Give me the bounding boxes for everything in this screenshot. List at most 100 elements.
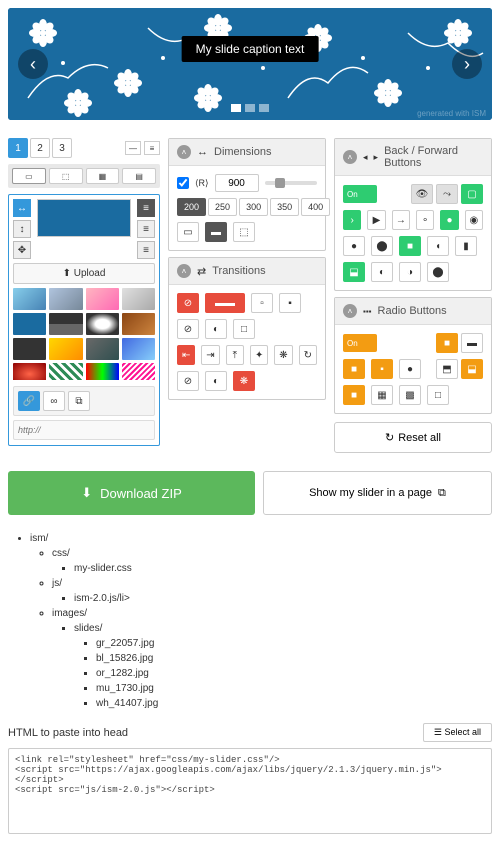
dir-6[interactable]: ↻ (299, 345, 317, 365)
dir-3[interactable]: ⤒ (226, 345, 244, 365)
trans-off[interactable]: ⊘ (177, 319, 199, 339)
shape-4[interactable]: ◖ (427, 236, 449, 256)
collapse-icon[interactable]: ˄ (177, 264, 191, 278)
ratio-lock[interactable] (177, 177, 189, 189)
r-style-1[interactable]: ■ (436, 333, 458, 353)
trans-none[interactable]: ⊘ (177, 293, 199, 313)
arrow-style-5[interactable]: ● (440, 210, 458, 230)
bf-show[interactable]: ▢ (461, 184, 483, 204)
thumb[interactable] (86, 338, 119, 360)
trans-slide[interactable]: ▬▬ (205, 293, 245, 313)
thumb[interactable] (13, 338, 46, 360)
page-1[interactable]: 1 (8, 138, 28, 158)
dir-5[interactable]: ❋ (274, 345, 292, 365)
thumb[interactable] (49, 363, 82, 380)
thumb[interactable] (122, 313, 155, 335)
fx-zoom[interactable]: ❋ (233, 371, 255, 391)
thumb[interactable] (13, 288, 46, 310)
slide-action-2[interactable]: ≡ (137, 220, 155, 238)
r-fill-3[interactable]: ▩ (399, 385, 421, 405)
arrow-style-2[interactable]: ▶ (367, 210, 385, 230)
arrow-style-3[interactable]: → (392, 210, 410, 230)
trans-style[interactable]: □ (233, 319, 255, 339)
move-horiz-icon[interactable]: ↔ (13, 199, 31, 217)
w-350[interactable]: 350 (270, 198, 299, 216)
fit-2[interactable]: ▬ (205, 222, 227, 242)
trans-opt-2[interactable]: ▪ (279, 293, 301, 313)
dir-2[interactable]: ⇥ (201, 345, 219, 365)
page-2[interactable]: 2 (30, 138, 50, 158)
dot-2[interactable] (245, 104, 255, 112)
show-slider-button[interactable]: Show my slider in a page ⧉ (263, 471, 492, 515)
html-code-textarea[interactable] (8, 748, 492, 834)
shape-3[interactable]: ■ (399, 236, 421, 256)
tab-4[interactable]: ▤ (122, 168, 156, 184)
prev-arrow[interactable]: ‹ (18, 49, 48, 79)
pos-4[interactable]: ⬤ (427, 262, 449, 282)
r-fill-4[interactable]: □ (427, 385, 449, 405)
arrow-style-4[interactable]: ∘ (416, 210, 434, 230)
slide-action-3[interactable]: ≡ (137, 241, 155, 259)
w-250[interactable]: 250 (208, 198, 237, 216)
r-shape-1[interactable]: ■ (343, 359, 365, 379)
shape-1[interactable]: ● (343, 236, 365, 256)
slide-action-1[interactable]: ≡ (137, 199, 155, 217)
link-opt-icon[interactable]: ⧉ (68, 391, 90, 411)
thumb[interactable] (13, 363, 46, 380)
collapse-icon[interactable]: ˄ (177, 145, 191, 159)
fx-none[interactable]: ⊘ (177, 371, 199, 391)
r-fill-1[interactable]: ■ (343, 385, 365, 405)
thumb[interactable] (122, 288, 155, 310)
bf-toggle[interactable]: On (343, 185, 377, 203)
thumb[interactable] (122, 338, 155, 360)
r-shape-2[interactable]: ▪ (371, 359, 393, 379)
unlink-icon[interactable]: ∞ (43, 391, 65, 411)
fx-fade[interactable]: ◐ (205, 371, 227, 391)
w-300[interactable]: 300 (239, 198, 268, 216)
width-input[interactable] (215, 174, 259, 192)
thumb[interactable] (86, 313, 119, 335)
pager-opt-2[interactable]: ≡ (144, 141, 160, 155)
dot-3[interactable] (259, 104, 269, 112)
tab-1[interactable]: ▭ (12, 168, 46, 184)
thumb[interactable] (49, 288, 82, 310)
thumb[interactable] (86, 288, 119, 310)
select-all-button[interactable]: ☰ Select all (423, 723, 492, 742)
page-3[interactable]: 3 (52, 138, 72, 158)
collapse-icon[interactable]: ˄ (343, 150, 357, 164)
r-style-2[interactable]: ▬ (461, 333, 483, 353)
tab-2[interactable]: ⬚ (49, 168, 83, 184)
thumb[interactable] (49, 313, 82, 335)
dir-4[interactable]: ✦ (250, 345, 268, 365)
shape-2[interactable]: ⬤ (371, 236, 393, 256)
current-slide-thumb[interactable] (37, 199, 131, 237)
fit-1[interactable]: ▭ (177, 222, 199, 242)
r-align-1[interactable]: ⬒ (436, 359, 458, 379)
radio-toggle[interactable]: On (343, 334, 377, 352)
r-align-2[interactable]: ⬓ (461, 359, 483, 379)
r-shape-3[interactable]: ● (399, 359, 421, 379)
url-input[interactable] (13, 420, 155, 440)
arrow-style-6[interactable]: ◉ (465, 210, 483, 230)
thumb[interactable] (122, 363, 155, 380)
upload-button[interactable]: ⬆ Upload (13, 263, 155, 284)
bf-hide[interactable]: 👁 (411, 184, 433, 204)
width-slider[interactable] (265, 181, 317, 185)
w-200[interactable]: 200 (177, 198, 206, 216)
next-arrow[interactable]: › (452, 49, 482, 79)
link-icon[interactable]: 🔗 (18, 391, 40, 411)
trans-opt-1[interactable]: ▫ (251, 293, 273, 313)
r-fill-2[interactable]: ▦ (371, 385, 393, 405)
move-all-icon[interactable]: ✥ (13, 241, 31, 259)
arrow-style-1[interactable]: › (343, 210, 361, 230)
fit-3[interactable]: ⬚ (233, 222, 255, 242)
collapse-icon[interactable]: ˄ (343, 304, 357, 318)
pos-1[interactable]: ⬓ (343, 262, 365, 282)
dir-1[interactable]: ⇤ (177, 345, 195, 365)
bf-hide2[interactable]: ⤳ (436, 184, 458, 204)
thumb[interactable] (13, 313, 46, 335)
pager-opt-1[interactable]: — (125, 141, 141, 155)
shape-5[interactable]: ▮ (455, 236, 477, 256)
trans-toggle[interactable]: ◐ (205, 319, 227, 339)
thumb[interactable] (86, 363, 119, 380)
